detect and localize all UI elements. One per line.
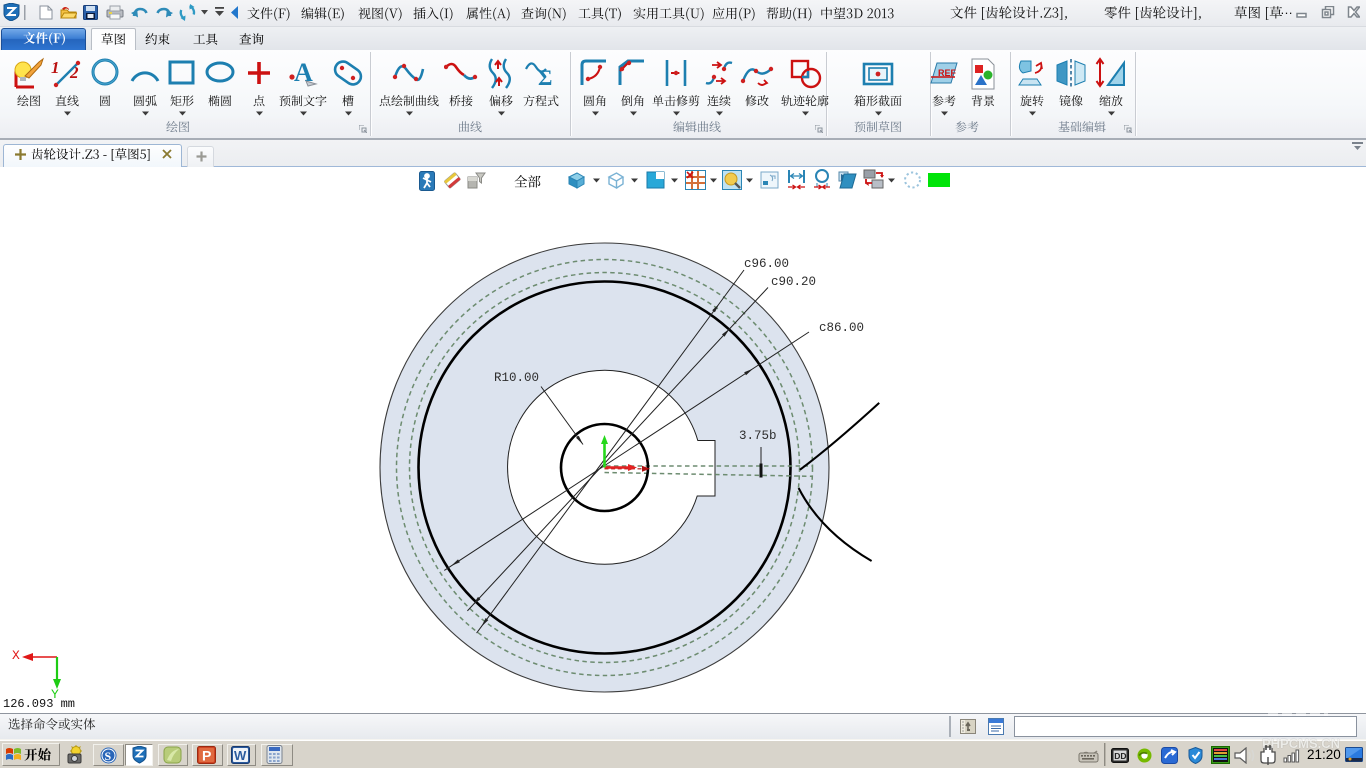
svg-text:W: W	[234, 748, 247, 763]
svg-text:DD: DD	[1114, 751, 1126, 761]
svg-text:S: S	[105, 749, 112, 763]
svg-text:1: 1	[51, 58, 60, 77]
svg-text:Σ: Σ	[538, 65, 552, 90]
svg-text:P: P	[202, 748, 211, 764]
